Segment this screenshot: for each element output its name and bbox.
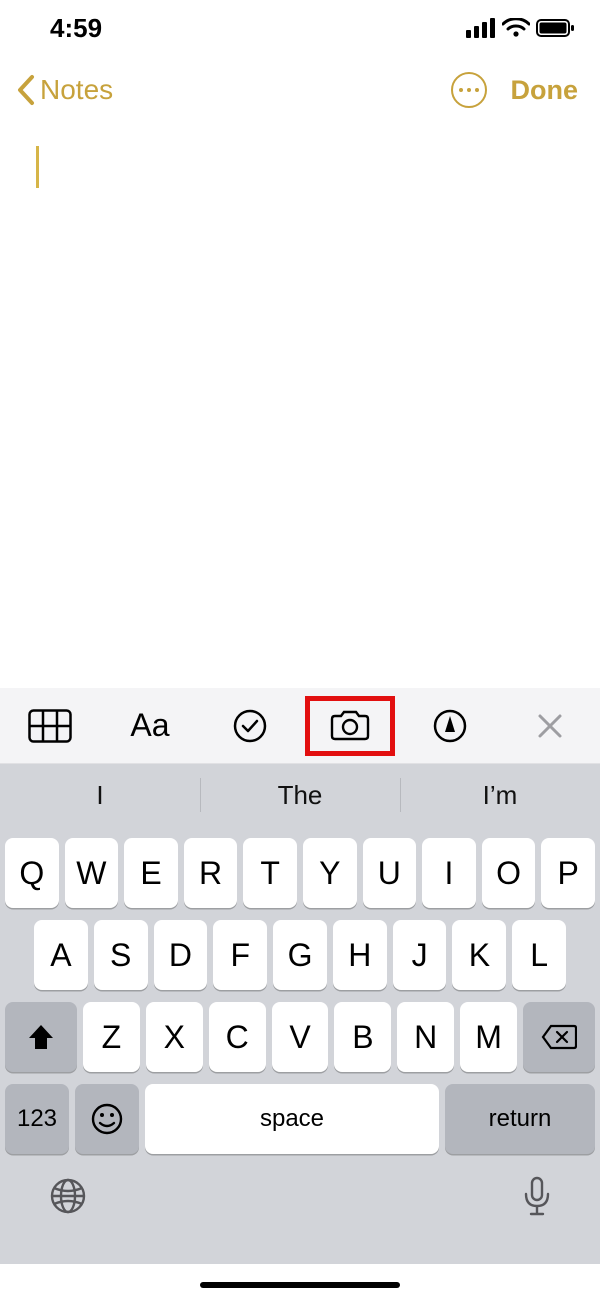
key-o[interactable]: O (482, 838, 536, 908)
more-button[interactable] (451, 72, 487, 108)
status-time: 4:59 (50, 13, 102, 44)
checklist-button[interactable] (205, 696, 295, 756)
key-k[interactable]: K (452, 920, 506, 990)
key-s[interactable]: S (94, 920, 148, 990)
mic-icon (522, 1176, 552, 1218)
shift-key[interactable] (5, 1002, 77, 1072)
number-mode-key[interactable]: 123 (5, 1084, 69, 1154)
close-icon (536, 712, 564, 740)
done-button[interactable]: Done (511, 75, 579, 106)
status-bar: 4:59 (0, 0, 600, 56)
key-g[interactable]: G (273, 920, 327, 990)
text-cursor (36, 146, 39, 188)
key-q[interactable]: Q (5, 838, 59, 908)
backspace-key[interactable] (523, 1002, 595, 1072)
key-b[interactable]: B (334, 1002, 391, 1072)
key-f[interactable]: F (213, 920, 267, 990)
key-u[interactable]: U (363, 838, 417, 908)
nav-bar: Notes Done (0, 56, 600, 124)
key-n[interactable]: N (397, 1002, 454, 1072)
check-circle-icon (232, 708, 268, 744)
key-d[interactable]: D (154, 920, 208, 990)
battery-icon (536, 18, 576, 38)
predictive-row: I The I’m (0, 764, 600, 826)
text-format-button[interactable]: Aa (105, 696, 195, 756)
key-e[interactable]: E (124, 838, 178, 908)
status-icons (466, 18, 576, 38)
home-indicator[interactable] (200, 1282, 400, 1288)
key-m[interactable]: M (460, 1002, 517, 1072)
key-p[interactable]: P (541, 838, 595, 908)
back-label: Notes (40, 74, 113, 106)
camera-icon (328, 709, 372, 743)
return-key[interactable]: return (445, 1084, 595, 1154)
key-w[interactable]: W (65, 838, 119, 908)
keyboard-row-3: Z X C V B N M (0, 1002, 600, 1072)
key-y[interactable]: Y (303, 838, 357, 908)
dictation-key[interactable] (522, 1176, 552, 1223)
note-editor[interactable] (0, 124, 600, 688)
back-button[interactable]: Notes (14, 73, 113, 107)
key-z[interactable]: Z (83, 1002, 140, 1072)
markup-button[interactable] (405, 696, 495, 756)
emoji-key[interactable] (75, 1084, 139, 1154)
backspace-icon (541, 1024, 577, 1050)
key-a[interactable]: A (34, 920, 88, 990)
prediction-3[interactable]: I’m (400, 764, 600, 826)
chevron-left-icon (14, 73, 38, 107)
dismiss-toolbar-button[interactable] (505, 696, 595, 756)
table-icon (28, 709, 72, 743)
key-t[interactable]: T (243, 838, 297, 908)
pen-circle-icon (432, 708, 468, 744)
key-l[interactable]: L (512, 920, 566, 990)
format-toolbar: Aa (0, 688, 600, 764)
key-x[interactable]: X (146, 1002, 203, 1072)
wifi-icon (502, 18, 530, 38)
key-h[interactable]: H (333, 920, 387, 990)
key-j[interactable]: J (393, 920, 447, 990)
shift-icon (26, 1022, 56, 1052)
key-v[interactable]: V (272, 1002, 329, 1072)
table-button[interactable] (5, 696, 95, 756)
keyboard: I The I’m Q W E R T Y U I O P A S D F G … (0, 764, 600, 1264)
prediction-2[interactable]: The (200, 764, 400, 826)
prediction-1[interactable]: I (0, 764, 200, 826)
key-c[interactable]: C (209, 1002, 266, 1072)
key-i[interactable]: I (422, 838, 476, 908)
keyboard-row-4: 123 space return (0, 1084, 600, 1154)
globe-key[interactable] (48, 1176, 88, 1221)
emoji-icon (90, 1102, 124, 1136)
camera-button[interactable] (305, 696, 395, 756)
keyboard-row-1: Q W E R T Y U I O P (0, 838, 600, 908)
keyboard-row-2: A S D F G H J K L (0, 920, 600, 990)
ellipsis-icon (459, 88, 463, 92)
cellular-icon (466, 18, 496, 38)
key-r[interactable]: R (184, 838, 238, 908)
globe-icon (48, 1176, 88, 1216)
space-key[interactable]: space (145, 1084, 439, 1154)
keyboard-footer (0, 1154, 600, 1264)
